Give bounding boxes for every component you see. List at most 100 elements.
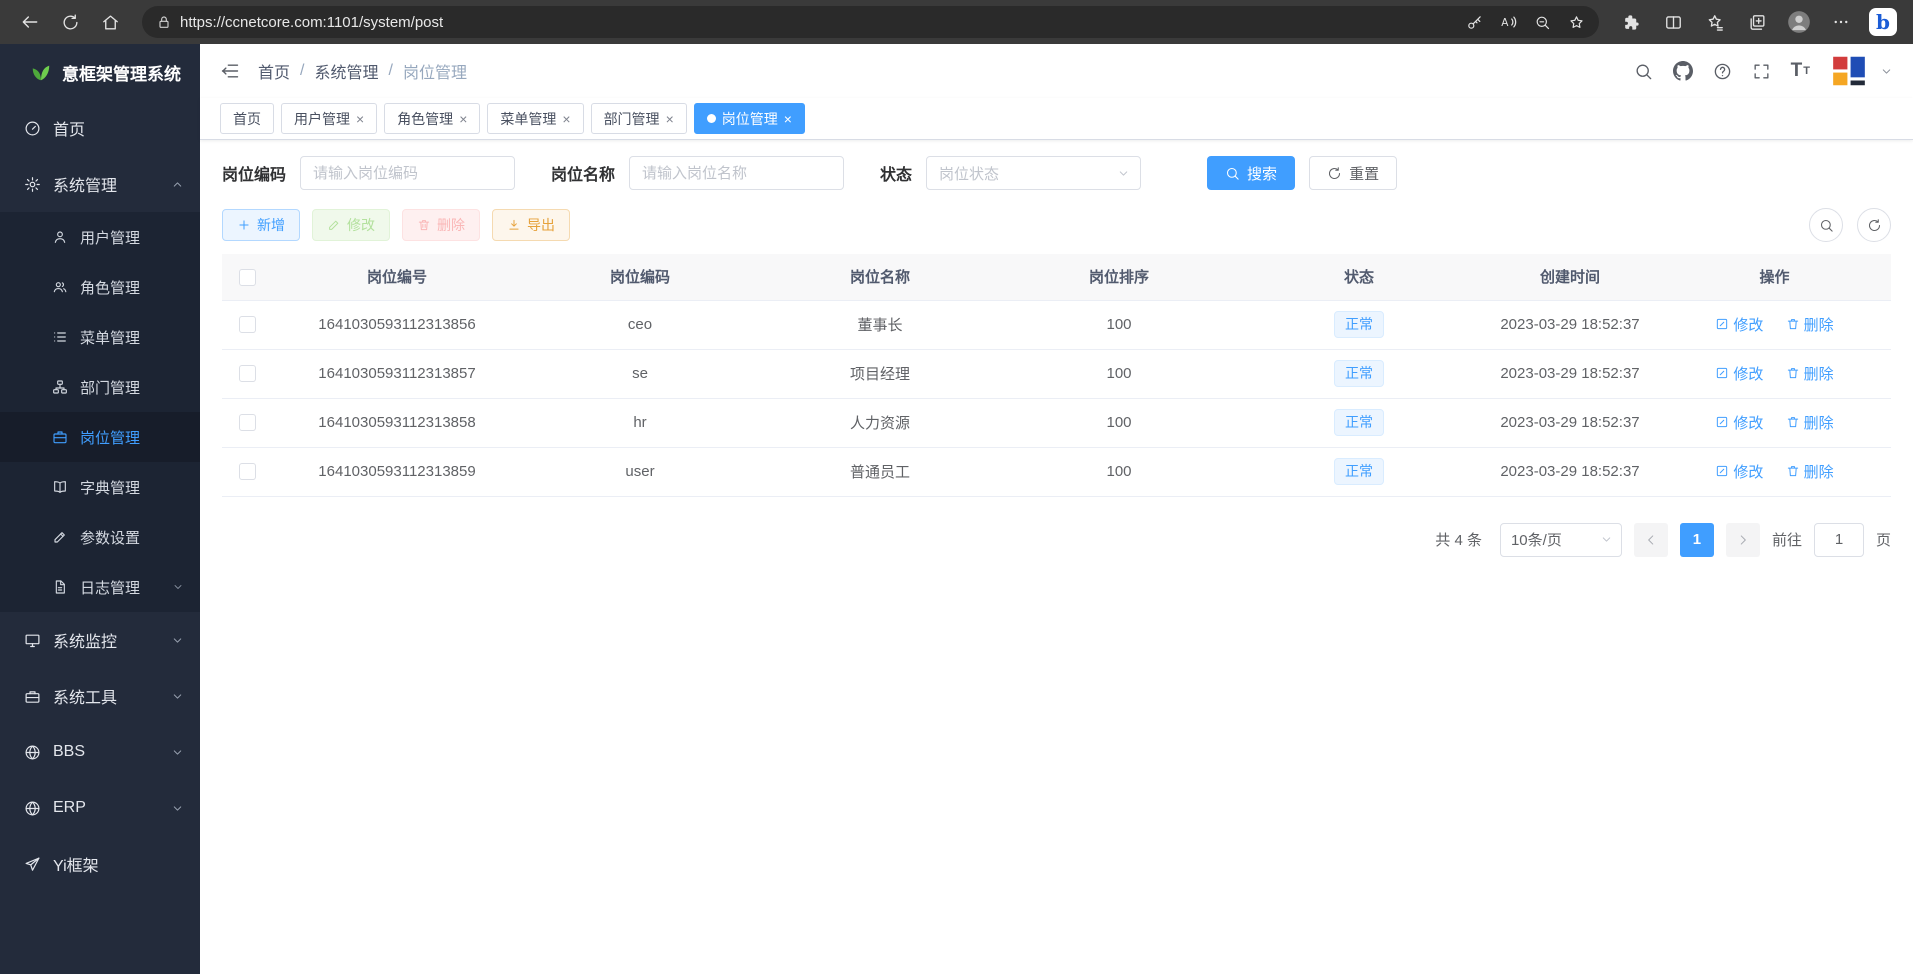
profile-avatar-icon[interactable] bbox=[1781, 4, 1817, 40]
favorites-icon[interactable] bbox=[1697, 4, 1733, 40]
breadcrumb-home[interactable]: 首页 bbox=[258, 59, 290, 83]
tab-close-icon[interactable]: × bbox=[356, 112, 364, 126]
sidebar-item-dept-mgmt[interactable]: 部门管理 bbox=[0, 362, 200, 412]
next-page-button[interactable] bbox=[1726, 523, 1760, 557]
read-aloud-icon[interactable]: A bbox=[1493, 7, 1523, 37]
cell-post-sort: 100 bbox=[1002, 349, 1236, 398]
tab-dept-mgmt[interactable]: 部门管理 × bbox=[591, 103, 687, 134]
status-select-value: 岗位状态 bbox=[939, 163, 999, 184]
sidebar-item-user-mgmt[interactable]: 用户管理 bbox=[0, 212, 200, 262]
sidebar-item-label: 菜单管理 bbox=[80, 327, 140, 348]
page-number-1[interactable]: 1 bbox=[1680, 523, 1714, 557]
password-key-icon[interactable] bbox=[1459, 7, 1489, 37]
edit-button-disabled[interactable]: 修改 bbox=[312, 209, 390, 241]
header-search-icon[interactable] bbox=[1634, 62, 1653, 81]
row-delete-link[interactable]: 删除 bbox=[1786, 412, 1834, 433]
refresh-icon bbox=[61, 13, 80, 32]
post-name-group: 岗位名称 bbox=[551, 156, 844, 190]
cell-created: 2023-03-29 18:52:37 bbox=[1482, 398, 1658, 447]
row-delete-link[interactable]: 删除 bbox=[1786, 363, 1834, 384]
tab-close-icon[interactable]: × bbox=[562, 112, 570, 126]
refresh-table-button[interactable] bbox=[1857, 208, 1891, 242]
row-edit-link[interactable]: 修改 bbox=[1715, 412, 1763, 433]
add-button[interactable]: 新增 bbox=[222, 209, 300, 241]
browser-home-button[interactable] bbox=[92, 4, 128, 40]
sidebar-item-yi-framework[interactable]: Yi框架 bbox=[0, 836, 200, 892]
tab-menu-mgmt[interactable]: 菜单管理 × bbox=[487, 103, 583, 134]
collections-icon[interactable] bbox=[1739, 4, 1775, 40]
select-all-checkbox[interactable] bbox=[239, 269, 256, 286]
row-delete-link[interactable]: 删除 bbox=[1786, 461, 1834, 482]
tab-close-icon[interactable]: × bbox=[784, 112, 792, 126]
help-question-icon[interactable] bbox=[1713, 62, 1732, 81]
sidebar-item-menu-mgmt[interactable]: 菜单管理 bbox=[0, 312, 200, 362]
sidebar-item-label: 参数设置 bbox=[80, 527, 140, 548]
tab-role-mgmt[interactable]: 角色管理 × bbox=[384, 103, 480, 134]
zoom-icon[interactable] bbox=[1527, 7, 1557, 37]
extensions-icon[interactable] bbox=[1613, 4, 1649, 40]
toggle-search-button[interactable] bbox=[1809, 208, 1843, 242]
sidebar-item-home[interactable]: 首页 bbox=[0, 100, 200, 156]
browser-more-menu-icon[interactable] bbox=[1823, 4, 1859, 40]
goto-page-input[interactable] bbox=[1814, 523, 1864, 557]
chevron-down-icon bbox=[171, 746, 184, 759]
row-edit-link[interactable]: 修改 bbox=[1715, 314, 1763, 335]
sidebar-item-post-mgmt[interactable]: 岗位管理 bbox=[0, 412, 200, 462]
tab-close-icon[interactable]: × bbox=[459, 112, 467, 126]
sidebar-item-param-settings[interactable]: 参数设置 bbox=[0, 512, 200, 562]
reset-button[interactable]: 重置 bbox=[1309, 156, 1397, 190]
delete-button-disabled[interactable]: 删除 bbox=[402, 209, 480, 241]
row-checkbox[interactable] bbox=[239, 365, 256, 382]
row-edit-link[interactable]: 修改 bbox=[1715, 363, 1763, 384]
gear-icon bbox=[24, 176, 41, 193]
edit-icon bbox=[1715, 366, 1729, 380]
sidebar-item-system-monitor[interactable]: 系统监控 bbox=[0, 612, 200, 668]
status-select[interactable]: 岗位状态 bbox=[926, 156, 1141, 190]
browser-refresh-button[interactable] bbox=[52, 4, 88, 40]
user-avatar[interactable] bbox=[1830, 52, 1868, 90]
prev-page-button[interactable] bbox=[1634, 523, 1668, 557]
sidebar-item-system-tools[interactable]: 系统工具 bbox=[0, 668, 200, 724]
bing-copilot-icon[interactable]: b bbox=[1865, 4, 1901, 40]
user-icon bbox=[52, 229, 68, 245]
sidebar-toggle-icon[interactable] bbox=[220, 61, 240, 81]
browser-back-button[interactable] bbox=[12, 4, 48, 40]
row-checkbox[interactable] bbox=[239, 316, 256, 333]
search-button[interactable]: 搜索 bbox=[1207, 156, 1295, 190]
breadcrumb-system-mgmt[interactable]: 系统管理 bbox=[314, 59, 378, 83]
sidebar-item-role-mgmt[interactable]: 角色管理 bbox=[0, 262, 200, 312]
page-size-select[interactable]: 10条/页 bbox=[1500, 523, 1622, 557]
tab-post-mgmt-active[interactable]: 岗位管理 × bbox=[694, 103, 805, 134]
org-tree-icon bbox=[52, 379, 68, 395]
chevron-down-icon bbox=[1600, 533, 1613, 546]
split-screen-icon[interactable] bbox=[1655, 4, 1691, 40]
font-size-icon[interactable]: TT bbox=[1791, 60, 1810, 82]
admin-app: 意框架管理系统 首页 系统管理 用户管理 角色管理 bbox=[0, 44, 1913, 974]
add-favorite-star-icon[interactable] bbox=[1561, 7, 1591, 37]
export-button[interactable]: 导出 bbox=[492, 209, 570, 241]
sidebar-item-dict-mgmt[interactable]: 字典管理 bbox=[0, 462, 200, 512]
sidebar-item-bbs[interactable]: BBS bbox=[0, 724, 200, 780]
pagination: 共 4 条 10条/页 1 前往 页 bbox=[222, 523, 1891, 557]
row-edit-link[interactable]: 修改 bbox=[1715, 461, 1763, 482]
col-actions: 操作 bbox=[1658, 254, 1891, 300]
post-code-input[interactable] bbox=[300, 156, 515, 190]
tab-close-icon[interactable]: × bbox=[666, 112, 674, 126]
browser-address-bar[interactable]: https://ccnetcore.com:1101/system/post A bbox=[142, 6, 1599, 38]
sidebar-item-log-mgmt[interactable]: 日志管理 bbox=[0, 562, 200, 612]
pagination-total: 共 4 条 bbox=[1435, 529, 1482, 550]
fullscreen-icon[interactable] bbox=[1752, 62, 1771, 81]
row-checkbox[interactable] bbox=[239, 414, 256, 431]
site-info-lock-icon[interactable] bbox=[156, 14, 172, 30]
post-name-input[interactable] bbox=[629, 156, 844, 190]
row-checkbox[interactable] bbox=[239, 463, 256, 480]
tab-user-mgmt[interactable]: 用户管理 × bbox=[281, 103, 377, 134]
sidebar-item-system-mgmt[interactable]: 系统管理 bbox=[0, 156, 200, 212]
col-created: 创建时间 bbox=[1482, 254, 1658, 300]
tab-home[interactable]: 首页 bbox=[220, 103, 274, 134]
cell-post-id: 1641030593112313858 bbox=[272, 398, 522, 447]
row-delete-link[interactable]: 删除 bbox=[1786, 314, 1834, 335]
github-icon[interactable] bbox=[1673, 61, 1693, 81]
avatar-dropdown-caret-icon[interactable] bbox=[1880, 65, 1893, 78]
sidebar-item-erp[interactable]: ERP bbox=[0, 780, 200, 836]
